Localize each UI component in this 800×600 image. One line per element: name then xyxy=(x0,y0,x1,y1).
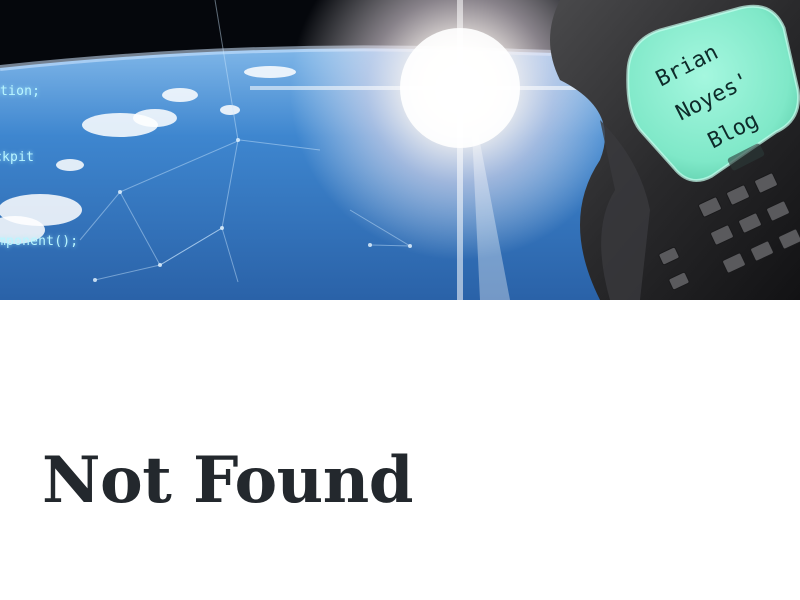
page-title: Not Found xyxy=(42,443,413,518)
header-banner[interactable]: ation; ckpit omponent(); Brian Noyes' Bl… xyxy=(0,0,800,300)
code-snippet: ckpit xyxy=(0,150,35,165)
code-snippet: omponent(); xyxy=(0,234,79,249)
page: ation; ckpit omponent(); Brian Noyes' Bl… xyxy=(0,0,800,600)
code-snippet: ation; xyxy=(0,84,41,99)
banner-image xyxy=(0,0,800,300)
